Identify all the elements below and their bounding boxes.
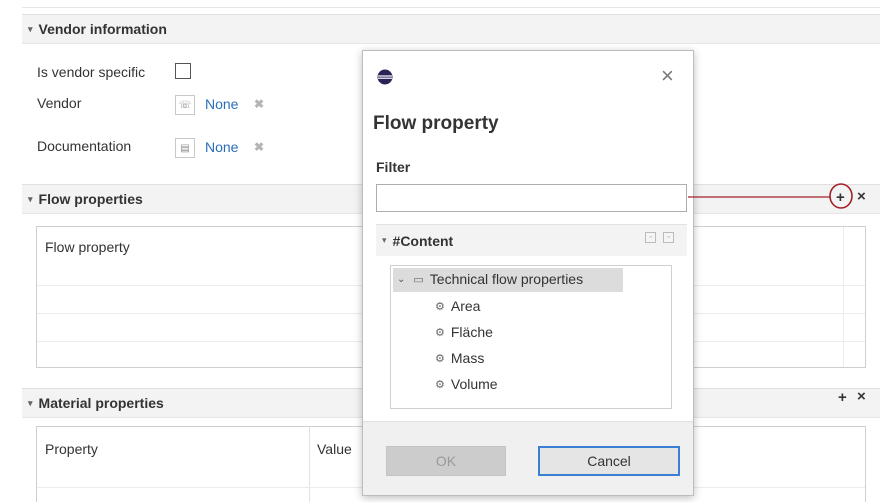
annotation-overlay [688, 183, 853, 209]
annotation-circle [829, 183, 853, 209]
